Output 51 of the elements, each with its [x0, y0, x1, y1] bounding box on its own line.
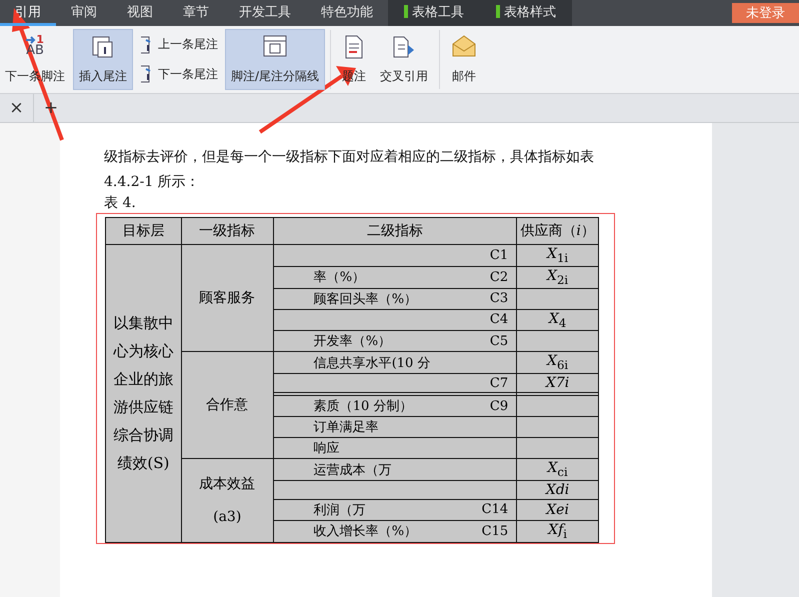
table-cell [466, 480, 517, 500]
close-tab-button[interactable]: × [0, 94, 34, 122]
table-cell: X7i [516, 374, 598, 393]
table-cell: X$_{4}$ [516, 309, 598, 331]
table-cell: 合作意 [181, 352, 274, 459]
table-cell: X$_{6i}$ [516, 352, 598, 374]
table-cell: 顾客服务 [181, 244, 274, 352]
table-cell: 成本效益 (a3) [181, 458, 274, 542]
column-header: 供应商（i） [516, 218, 598, 244]
ribbon-button[interactable]: 交叉引用 [375, 30, 434, 89]
document-lines-icon [343, 34, 366, 60]
menu-tab[interactable]: 特色功能 [306, 0, 388, 26]
menu-tab[interactable]: 章节 [168, 0, 224, 26]
separator-page-icon [261, 34, 290, 58]
menu-tab[interactable]: 表格样式 [480, 0, 572, 26]
table-cell: C1 [466, 244, 517, 266]
table-cell [466, 438, 517, 459]
menu-tab[interactable]: 表格工具 [388, 0, 480, 26]
column-header: 二级指标 [273, 218, 517, 244]
table-cell: Xei [516, 499, 598, 520]
table-cell: C4 [466, 309, 517, 331]
table-cell [466, 416, 517, 438]
table-cell: Xdi [516, 480, 598, 500]
table-cell [466, 458, 517, 480]
ribbon-button[interactable]: 邮件 [446, 30, 482, 89]
table-cell [466, 352, 517, 374]
ribbon-button[interactable]: 上一条尾注 [136, 34, 222, 56]
body-text: 4.4.2-1 所示： [104, 173, 201, 192]
table-cell: C5 [466, 330, 517, 352]
column-header: 一级指标 [181, 218, 274, 244]
table-cell: C2 [466, 266, 517, 288]
table-cell: C7 [466, 374, 517, 393]
table-caption: 表 4. [104, 195, 137, 211]
table-cell: X$_{2i}$ [516, 266, 598, 288]
menu-tab[interactable]: 视图 [112, 0, 168, 26]
table-cell: X$_{1i}$ [516, 244, 598, 266]
ribbon-button[interactable]: 脚注/尾注分隔线 [226, 30, 324, 89]
column-header: 目标层 [106, 218, 182, 244]
table-cell: C15 [466, 520, 517, 542]
table-cell: C9 [466, 396, 517, 417]
menu-tab[interactable]: 开发工具 [224, 0, 306, 26]
table-cell: C3 [466, 288, 517, 310]
envelope-icon [451, 34, 478, 58]
table-cell: 以集散中心为核心企业的旅游供应链综合协调绩效(S) [106, 244, 182, 542]
body-text: 级指标去评价，但是每一个一级指标下面对应着相应的二级指标，具体指标如表 [104, 148, 595, 167]
table-cell: X$_{ci}$ [516, 458, 598, 480]
table-cell: C14 [466, 499, 517, 520]
ribbon-button[interactable]: 插入尾注 [74, 30, 132, 89]
ribbon-button[interactable]: 下一条尾注 [136, 63, 222, 86]
menu-tab[interactable]: 审阅 [56, 0, 112, 26]
table-cell: Xf$_{i}$ [516, 520, 598, 542]
